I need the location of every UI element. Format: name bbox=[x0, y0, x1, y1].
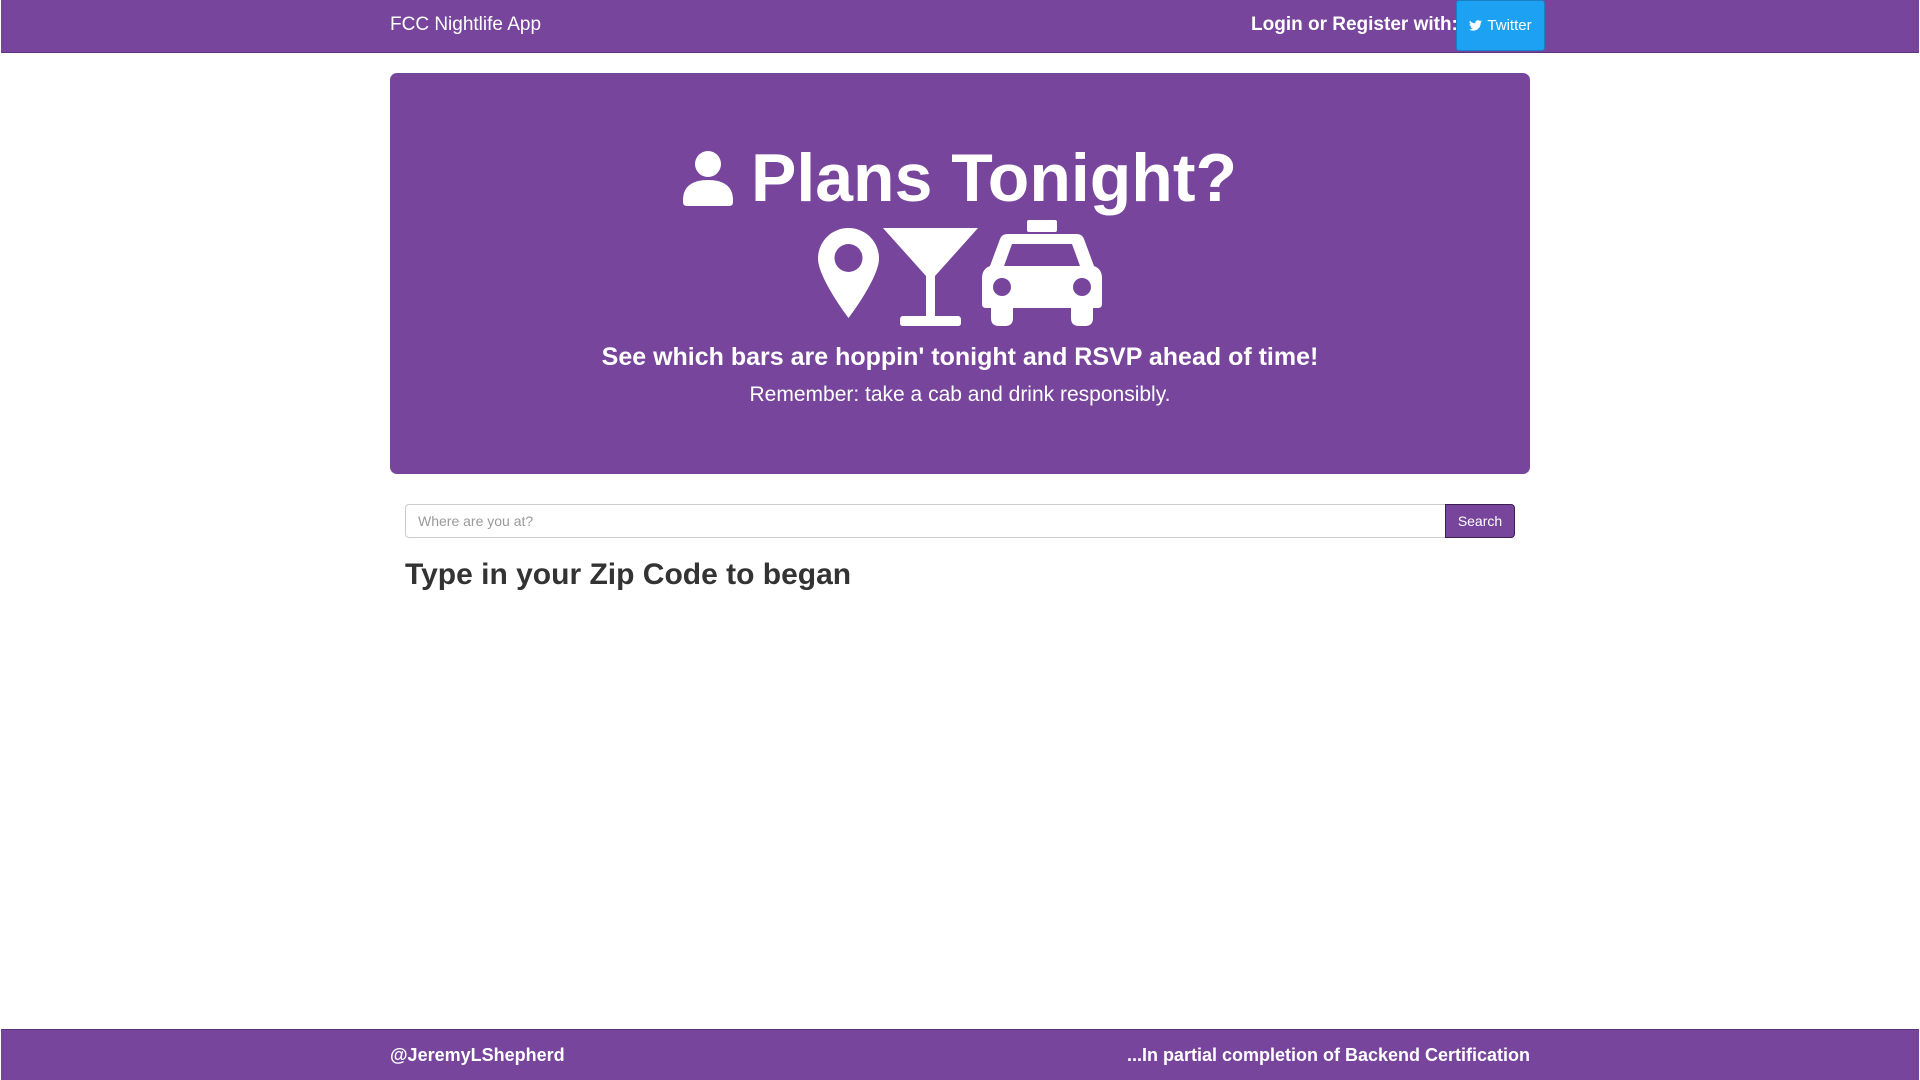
user-icon bbox=[682, 151, 733, 206]
zip-code-prompt: Type in your Zip Code to began bbox=[405, 558, 852, 591]
navbar: FCC Nightlife App Login or Register with… bbox=[1, 0, 1919, 53]
search-button[interactable]: Search bbox=[1445, 504, 1515, 538]
location-search-input[interactable] bbox=[405, 504, 1446, 538]
hero-title: Plans Tonight? bbox=[750, 140, 1238, 216]
hero-tagline: See which bars are hoppin' tonight and R… bbox=[601, 343, 1319, 371]
login-prompt: Login or Register with: bbox=[1251, 14, 1458, 35]
footer-author: @JeremyLShepherd bbox=[390, 1045, 565, 1065]
brand-link[interactable]: FCC Nightlife App bbox=[390, 0, 541, 52]
map-marker-icon bbox=[818, 228, 879, 318]
hero-icon-row bbox=[0, 220, 1920, 326]
taxi-icon bbox=[982, 220, 1102, 326]
footer-note: ...In partial completion of Backend Cert… bbox=[1126, 1045, 1530, 1065]
cocktail-glass-icon bbox=[883, 228, 978, 326]
twitter-login-button[interactable]: Twitter bbox=[1456, 0, 1545, 51]
hero-reminder: Remember: take a cab and drink responsib… bbox=[749, 383, 1171, 406]
twitter-button-label: Twitter bbox=[1487, 17, 1532, 34]
page: FCC Nightlife App Login or Register with… bbox=[0, 0, 1920, 1080]
footer: @JeremyLShepherd ...In partial completio… bbox=[1, 1029, 1919, 1080]
twitter-bird-icon bbox=[1469, 20, 1483, 31]
hero-title-row: Plans Tonight? bbox=[0, 138, 1920, 223]
